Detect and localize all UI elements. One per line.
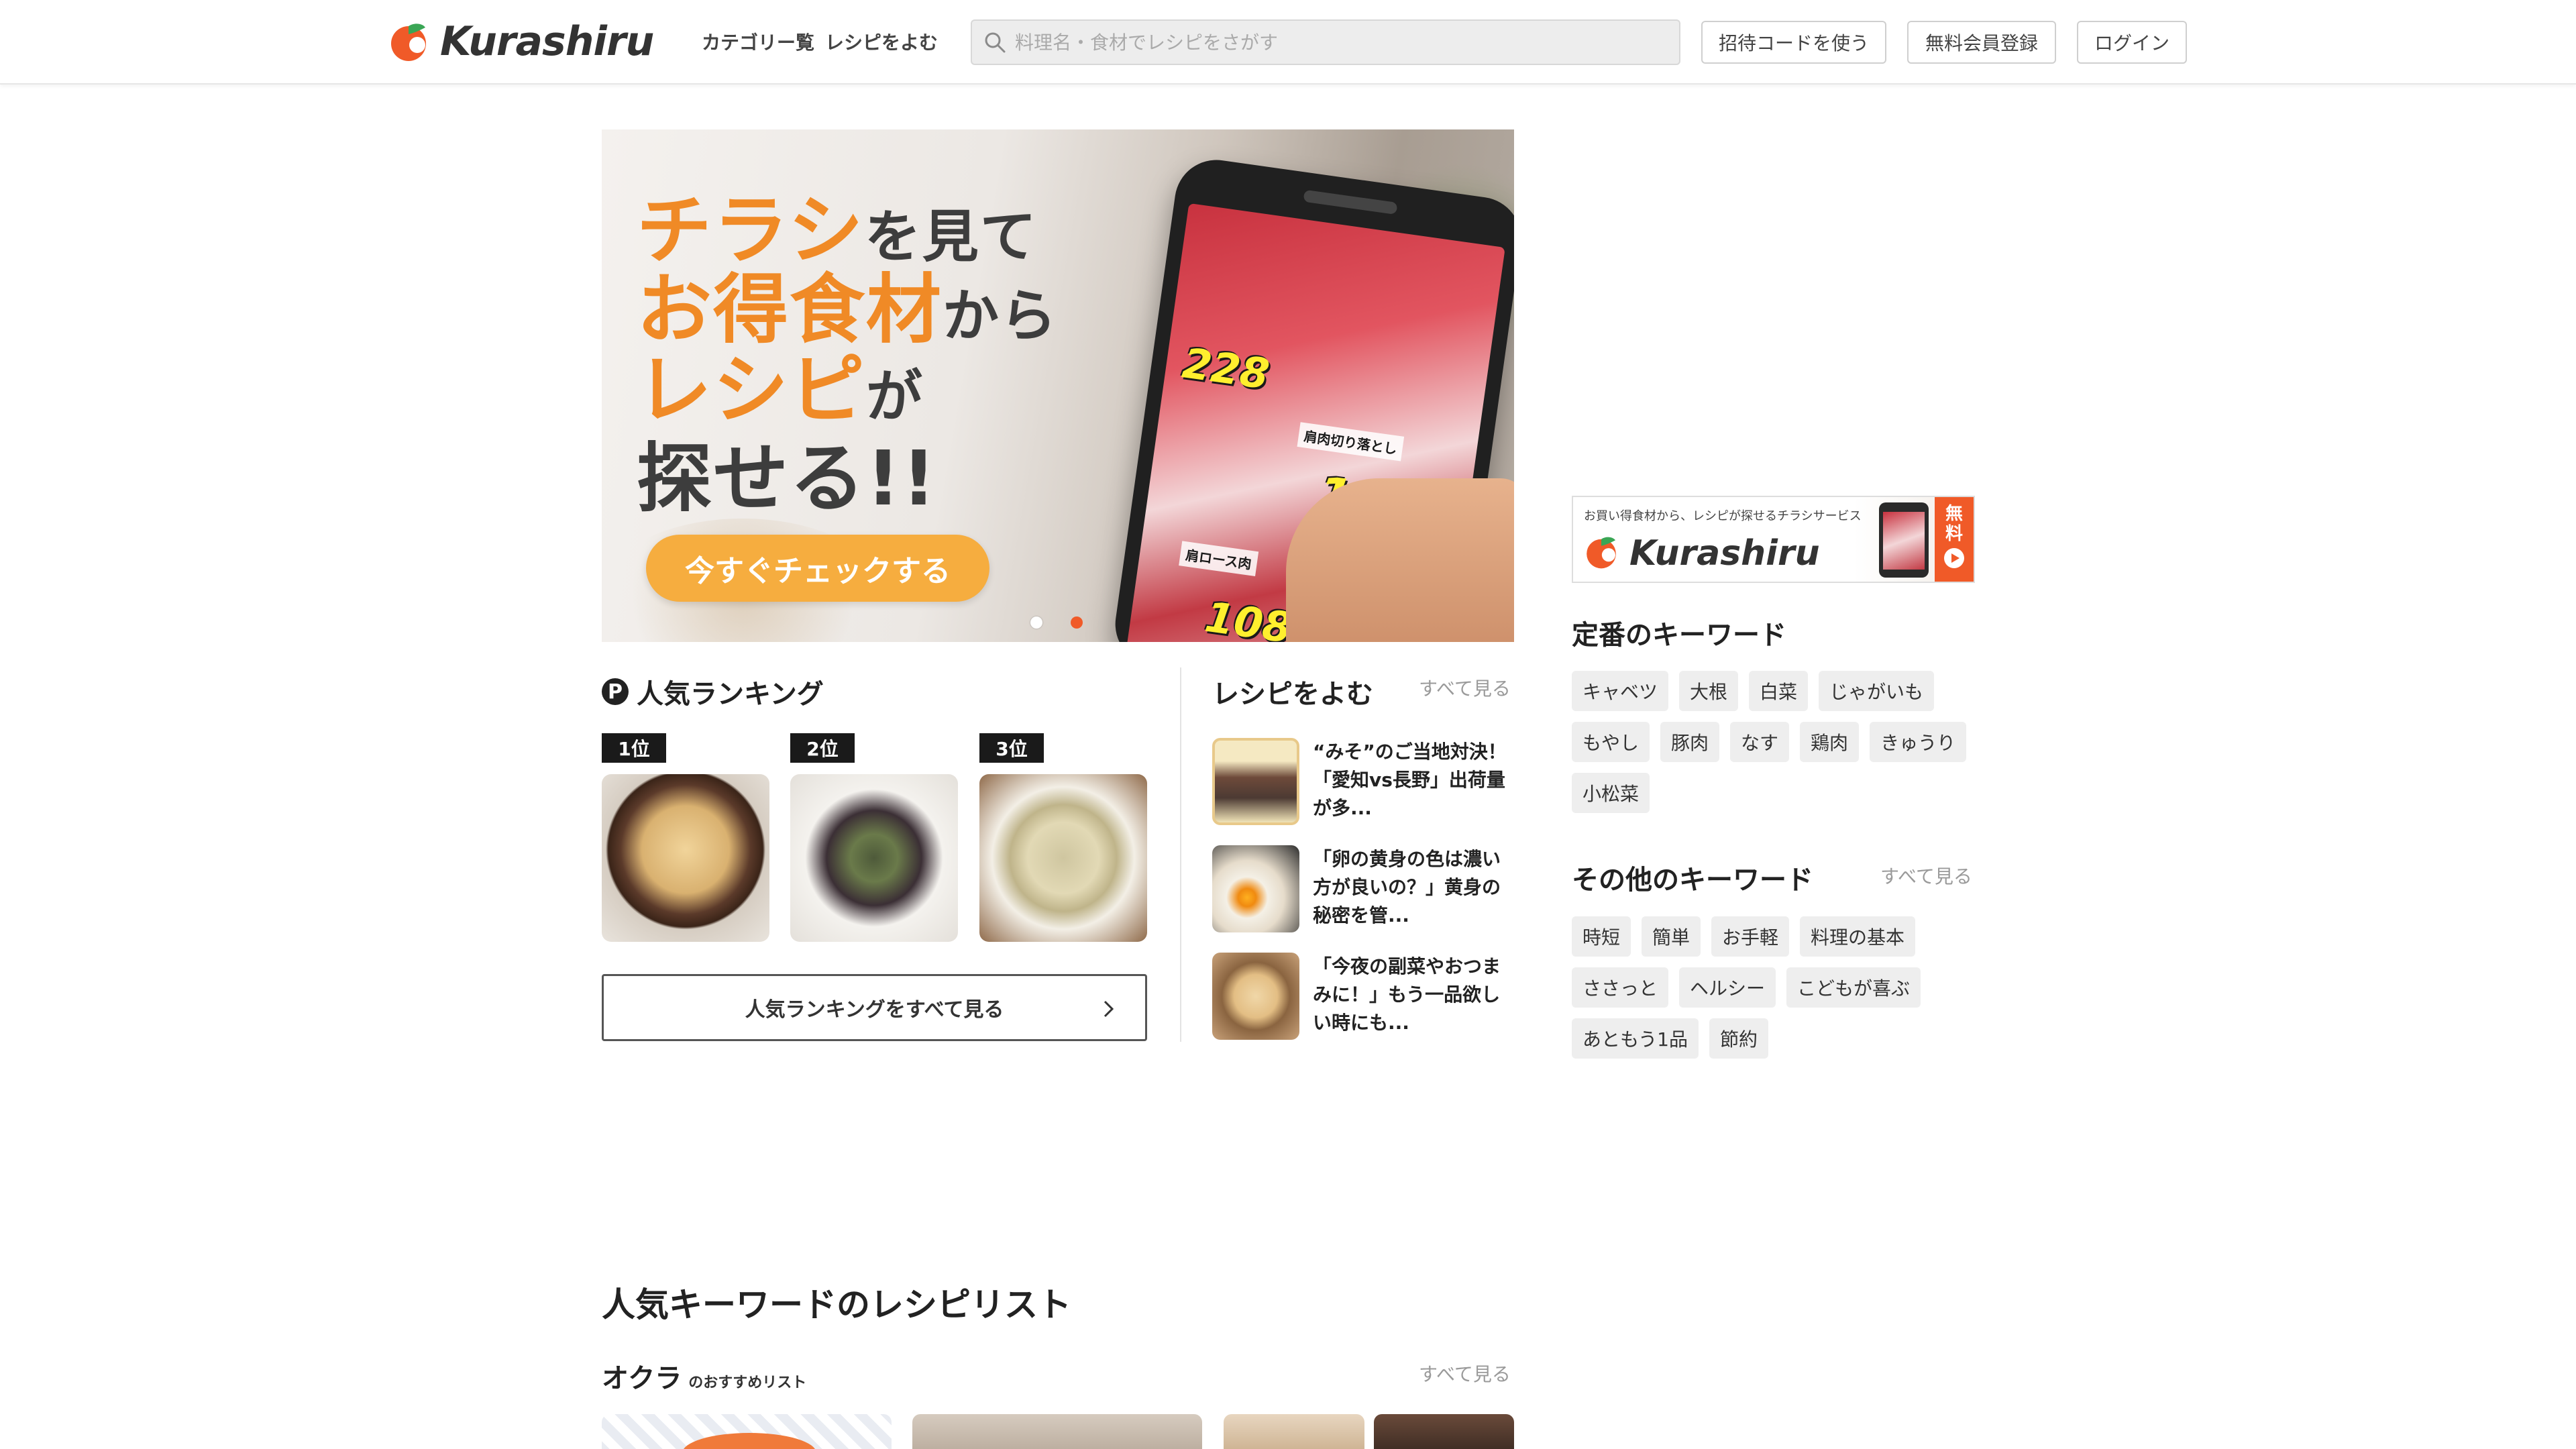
- recipe-card-image[interactable]: [1224, 1414, 1364, 1449]
- other-keyword-list: 時短 簡単 お手軽 料理の基本 ささっと ヘルシー こどもが喜ぶ あともう1品 …: [1572, 916, 1988, 1059]
- ranking-see-all-button[interactable]: 人気ランキングをすべて見る: [602, 974, 1147, 1041]
- read-see-all-link[interactable]: すべて見る: [1419, 674, 1511, 701]
- article-title: “みそ”のご当地対決！「愛知vs長野」出荷量が多...: [1313, 741, 1507, 819]
- keyword-tag[interactable]: あともう1品: [1572, 1018, 1699, 1059]
- keyword-tag[interactable]: 簡単: [1642, 916, 1701, 957]
- keyword-tag[interactable]: ヘルシー: [1679, 967, 1776, 1008]
- keyword-list-subtitle: のおすすめリスト: [688, 1375, 807, 1391]
- read-recipes-title: レシピをよむ: [1212, 679, 1373, 710]
- flyer-tag: 肩肉切り落とし: [1297, 422, 1405, 462]
- ranking-see-all-label: 人気ランキングをすべて見る: [745, 998, 1004, 1022]
- chevron-right-icon: [1104, 1000, 1114, 1018]
- hero-cta-button[interactable]: 今すぐチェックする: [646, 535, 989, 602]
- recipe-card-food: [682, 1433, 816, 1449]
- hero-banner[interactable]: チラシを見て お得食材から レシピが 探せる!! 今すぐチェックする 228 肩…: [602, 129, 1514, 642]
- article-thumbnail: [1212, 845, 1299, 932]
- keyword-tag[interactable]: こどもが喜ぶ: [1786, 967, 1921, 1008]
- ranking-recipe-image[interactable]: [602, 774, 769, 942]
- keyword-tag[interactable]: ささっと: [1572, 967, 1669, 1008]
- login-button[interactable]: ログイン: [2077, 21, 2187, 64]
- flyer-price: 108: [1201, 592, 1295, 642]
- rank-badge: 1位: [602, 733, 666, 763]
- article-item[interactable]: 「今夜の副菜やおつまみに！」もう一品欲しい時にも...: [1212, 953, 1514, 1040]
- hand-illustration: [1286, 478, 1514, 642]
- rank-badge: 2位: [790, 733, 855, 763]
- keyword-tag[interactable]: 白菜: [1749, 671, 1809, 711]
- search-input[interactable]: [1015, 31, 1672, 54]
- kurashiru-logo-icon: [1587, 537, 1616, 569]
- ranking-title-text: 人気ランキング: [637, 679, 824, 710]
- column-divider: [1180, 667, 1181, 1042]
- carousel-dot-1[interactable]: [1030, 616, 1042, 629]
- free-badge-char: 料: [1945, 524, 1963, 544]
- keyword-tag[interactable]: 節約: [1709, 1018, 1768, 1059]
- keyword-tag[interactable]: きゅうり: [1870, 722, 1967, 762]
- keyword-tag[interactable]: キャベツ: [1572, 671, 1669, 711]
- phone-icon: [1879, 502, 1929, 578]
- carousel-dot-2-active[interactable]: [1071, 616, 1083, 629]
- flyer-price: 228: [1179, 338, 1273, 399]
- other-keywords-see-all-link[interactable]: すべて見る: [1880, 862, 1972, 889]
- free-register-button[interactable]: 無料会員登録: [1907, 21, 2056, 64]
- other-keywords-title: その他のキーワード: [1572, 865, 1813, 896]
- kurashiru-logo-icon: [391, 23, 426, 61]
- article-item[interactable]: “みそ”のご当地対決！「愛知vs長野」出荷量が多...: [1212, 738, 1514, 825]
- article-thumbnail: [1212, 953, 1299, 1040]
- site-logo[interactable]: Kurashiru: [388, 17, 654, 66]
- invite-code-button[interactable]: 招待コードを使う: [1701, 21, 1886, 64]
- standard-keywords-title: 定番のキーワード: [1572, 620, 1786, 651]
- article-item[interactable]: 「卵の黄身の色は濃い方が良いの？」黄身の秘密を管...: [1212, 845, 1514, 932]
- app-banner-caption: お買い得食材から、レシピが探せるチラシサービス: [1584, 509, 1862, 523]
- keyword-list-name: オクラ: [602, 1363, 682, 1394]
- ranking-title: P 人気ランキング: [602, 672, 824, 711]
- logo-text: Kurashiru: [440, 18, 654, 65]
- article-thumbnail: [1212, 738, 1299, 825]
- ranking-recipe-image[interactable]: [790, 774, 958, 942]
- keyword-tag[interactable]: お手軽: [1711, 916, 1790, 957]
- keyword-tag[interactable]: 大根: [1679, 671, 1739, 711]
- keyword-tag[interactable]: 豚肉: [1660, 722, 1720, 762]
- keyword-tag[interactable]: じゃがいも: [1819, 671, 1935, 711]
- ranking-recipe-image[interactable]: [979, 774, 1147, 942]
- search-box[interactable]: [971, 19, 1680, 65]
- play-icon: [1944, 548, 1964, 568]
- keyword-tag[interactable]: 小松菜: [1572, 773, 1650, 813]
- standard-keyword-list: キャベツ 大根 白菜 じゃがいも もやし 豚肉 なす 鶏肉 きゅうり 小松菜: [1572, 671, 1988, 813]
- keyword-tag[interactable]: なす: [1730, 722, 1790, 762]
- popular-keyword-list-title: 人気キーワードのレシピリスト: [602, 1285, 1071, 1324]
- flyer-tag: 肩ロース肉: [1179, 541, 1259, 577]
- search-icon: [985, 32, 1006, 53]
- keyword-tag[interactable]: 時短: [1572, 916, 1631, 957]
- nav-read-recipes[interactable]: レシピをよむ: [825, 28, 938, 55]
- article-title: 「今夜の副菜やおつまみに！」もう一品欲しい時にも...: [1313, 955, 1501, 1034]
- keyword-list-heading: オクラ のおすすめリスト: [602, 1356, 806, 1395]
- keyword-tag[interactable]: 料理の基本: [1800, 916, 1916, 957]
- flyer-app-banner[interactable]: お買い得食材から、レシピが探せるチラシサービス Kurashiru 無 料: [1572, 496, 1975, 583]
- site-header: Kurashiru カテゴリー覧 レシピをよむ 招待コードを使う 無料会員登録 …: [0, 0, 2576, 85]
- hero-text: から: [943, 283, 1059, 349]
- keyword-list-see-all-link[interactable]: すべて見る: [1419, 1360, 1511, 1387]
- keyword-tag[interactable]: 鶏肉: [1800, 722, 1860, 762]
- phone-notch: [1303, 189, 1398, 215]
- phone-screen: [1883, 512, 1925, 570]
- free-badge: 無 料: [1935, 497, 1974, 582]
- premium-icon: P: [602, 678, 629, 705]
- recipe-card-image[interactable]: [1374, 1414, 1514, 1449]
- hero-headline-line-4: 探せる!!: [637, 418, 937, 527]
- free-badge-char: 無: [1945, 504, 1963, 524]
- keyword-tag[interactable]: もやし: [1572, 722, 1650, 762]
- article-title: 「卵の黄身の色は濃い方が良いの？」黄身の秘密を管...: [1313, 848, 1501, 926]
- recipe-card-image[interactable]: [602, 1414, 892, 1449]
- recipe-card-image[interactable]: [912, 1414, 1202, 1449]
- hero-text: 探せる!!: [637, 435, 938, 523]
- nav-category-list[interactable]: カテゴリー覧: [702, 28, 814, 55]
- rank-badge: 3位: [979, 733, 1044, 763]
- app-banner-logo-text: Kurashiru: [1629, 533, 1820, 574]
